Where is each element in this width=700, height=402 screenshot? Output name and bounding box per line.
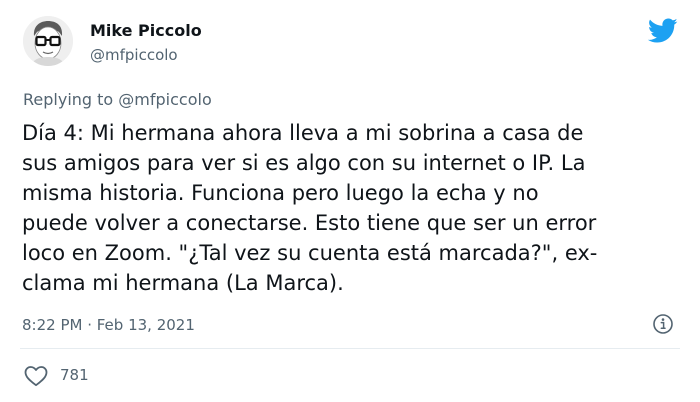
tweet-text-line: Día 4: Mi hermana ahora lleva a mi sobri… [22, 121, 584, 145]
author-name[interactable]: Mike Piccolo [90, 20, 202, 42]
like-count: 781 [60, 366, 89, 384]
reply-label: Replying to [23, 90, 114, 109]
tweet-text-line: loco en Zoom. "¿Tal vez su cuenta está m… [22, 241, 598, 265]
reply-to-handle[interactable]: @mfpiccolo [118, 90, 211, 109]
tweet-card: Mike Piccolo @mfpiccolo Replying to @mfp… [0, 0, 700, 402]
tweet-text-line: misma historia. Funciona pero luego la e… [22, 181, 539, 205]
divider [20, 348, 680, 349]
tweet-text-line: clama mi hermana (La Marca). [22, 271, 344, 295]
tweet-text: Día 4: Mi hermana ahora lleva a mi sobri… [22, 118, 682, 298]
tweet-timestamp[interactable]: 8:22 PM · Feb 13, 2021 [22, 314, 195, 336]
info-icon[interactable] [652, 313, 674, 335]
avatar[interactable] [23, 16, 73, 66]
author-handle[interactable]: @mfpiccolo [90, 45, 178, 65]
reply-context: Replying to @mfpiccolo [23, 89, 212, 111]
avatar-image [23, 16, 73, 66]
twitter-bird-icon[interactable] [647, 18, 678, 44]
tweet-text-line: puede volver a conectarse. Esto tiene qu… [22, 211, 597, 235]
tweet-text-line: sus amigos para ver si es algo con su in… [22, 151, 586, 175]
heart-icon[interactable] [23, 364, 49, 388]
